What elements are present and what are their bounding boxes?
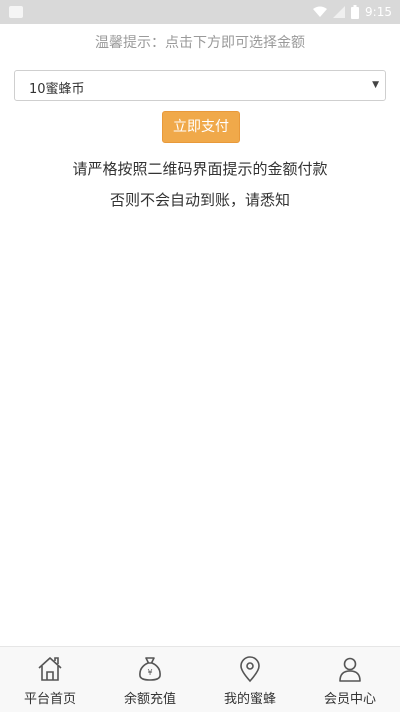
hint-text: 温馨提示：点击下方即可选择金额 [95,35,305,51]
nav-item-home[interactable]: 平台首页 [0,647,100,712]
nav-label-member-center: 会员中心 [323,692,376,707]
bottom-nav: 平台首页 ¥ 余额充值 我的蜜蜂 会员中心 [0,646,400,712]
wifi-icon [313,6,328,17]
battery-icon [351,5,360,19]
nav-label-my-bees: 我的蜜蜂 [223,692,276,707]
status-bar: 9:15 [0,0,400,24]
nav-label-recharge: 余额充值 [123,692,176,707]
amount-select-value: 10蜜蜂币 [29,82,85,97]
svg-text:¥: ¥ [147,668,152,677]
location-pin-icon [240,656,260,683]
notice-line-1: 请严格按照二维码界面提示的金额付款 [72,160,328,178]
notification-icon [9,6,23,18]
nav-item-my-bees[interactable]: 我的蜜蜂 [200,647,300,712]
notice-line-2: 否则不会自动到账，请悉知 [109,191,290,209]
nav-item-member-center[interactable]: 会员中心 [300,647,400,712]
nav-label-home: 平台首页 [23,692,76,707]
clock: 9:15 [365,5,392,19]
nav-item-recharge[interactable]: ¥ 余额充值 [100,647,200,712]
home-icon [38,657,62,681]
pay-now-button[interactable]: 立即支付 [162,111,240,143]
status-icons: 9:15 [313,3,392,21]
dropdown-arrow-icon: ▼ [372,80,379,90]
signal-icon [333,6,346,18]
amount-select[interactable]: 10蜜蜂币 ▼ [14,70,386,101]
user-icon [339,657,361,682]
money-bag-icon: ¥ [139,657,161,681]
